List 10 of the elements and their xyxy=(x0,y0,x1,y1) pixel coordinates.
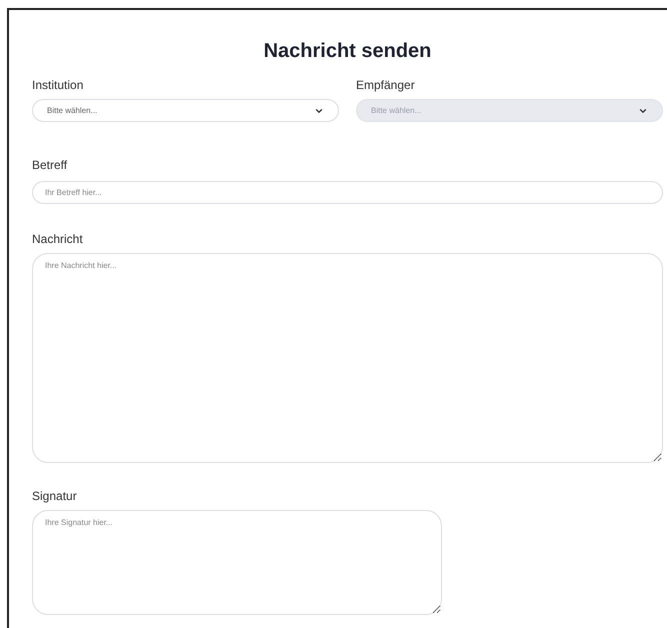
field-label: Empfänger xyxy=(356,77,416,94)
field-label: Signatur xyxy=(32,488,78,505)
form-title: Nachricht senden xyxy=(262,39,432,64)
signature-field[interactable]: Ihre Signatur hier... xyxy=(32,510,442,615)
field-label: Betreff xyxy=(32,157,68,174)
subject-field[interactable]: Ihr Betreff hier... xyxy=(32,181,663,204)
select-field[interactable]: Bitte wählen... xyxy=(32,99,339,122)
field-label: Nachricht xyxy=(32,231,84,248)
message-field[interactable]: Ihre Nachricht hier... xyxy=(32,253,663,463)
field-label: Institution xyxy=(32,77,84,94)
